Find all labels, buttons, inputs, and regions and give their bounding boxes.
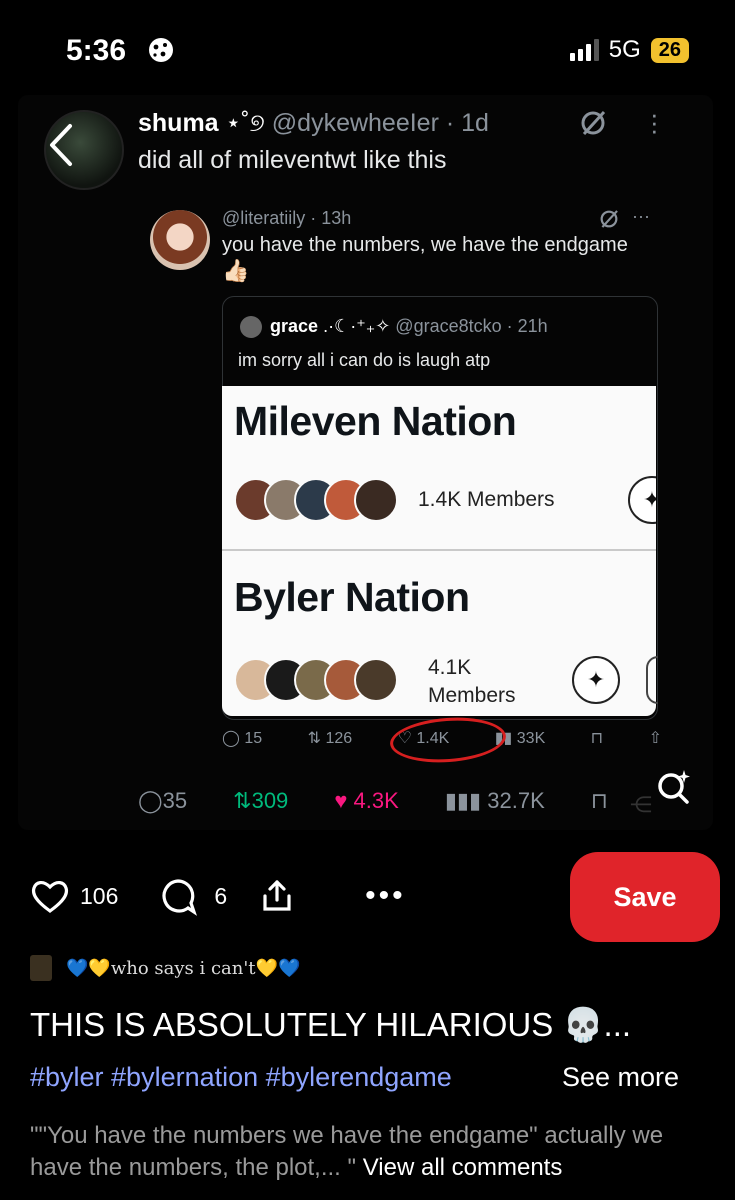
tweet-text: did all of mileventwt like this	[138, 146, 447, 174]
reply-number: 35	[162, 788, 188, 813]
view-all-comments-link[interactable]: View all comments	[363, 1154, 563, 1181]
tweet-author: shuma ⋆˚୭ @dykewheeIer · 1d	[138, 108, 489, 138]
signal-icon	[569, 39, 599, 61]
pin-author[interactable]: 💙💛who says i can't💛💙	[30, 955, 300, 981]
reply-number: 15	[244, 730, 263, 747]
views-number: 32.7K	[487, 788, 545, 813]
comment-icon[interactable]	[158, 876, 198, 916]
tweet-age: · 1d	[445, 109, 489, 137]
views-number: 33K	[516, 730, 546, 747]
like-count: 106	[80, 882, 119, 909]
handle[interactable]: @dykewheeIer	[272, 109, 439, 137]
join-button: ✦	[628, 476, 656, 524]
inner-handle: @grace8tcko · 21h	[395, 316, 548, 336]
thumbs-up-icon: 👍🏻	[222, 258, 250, 283]
tweet-action-bar: ◯35 ⇅309 ♥ 4.3K ▮▮▮ 32.7K ⊓	[138, 788, 608, 814]
member-count: 4.1K Members	[428, 654, 516, 710]
join-button	[646, 656, 658, 704]
retweet-number: 126	[325, 730, 353, 747]
author-name[interactable]: 💙💛who says i can't💛💙	[66, 958, 300, 979]
cookie-icon	[146, 36, 176, 64]
save-button[interactable]: Save	[570, 852, 720, 942]
like-number: 4.3K	[353, 788, 399, 813]
community-title: Byler Nation	[234, 574, 470, 620]
display-name[interactable]: shuma	[138, 109, 219, 137]
retweet-count[interactable]: ⇅309	[233, 788, 288, 814]
more-icon[interactable]: ···	[650, 101, 659, 143]
comment-count: 6	[214, 882, 228, 909]
divider	[222, 549, 656, 551]
name-emoji: ⋆˚୭	[225, 109, 265, 137]
sparkle-icon: ✦	[572, 656, 620, 704]
more-options-icon[interactable]: •••	[365, 879, 406, 913]
retweet-count[interactable]: ⇅ 126	[308, 728, 353, 748]
quoted-avatar[interactable]	[150, 210, 210, 270]
views-count[interactable]: ▮▮▮ 32.7K	[445, 788, 545, 814]
quoted-text: you have the numbers, we have the endgam…	[222, 234, 628, 256]
inner-author: grace .·☾·⁺₊✧ @grace8tcko · 21h	[270, 316, 548, 337]
more-icon[interactable]: ···	[632, 206, 650, 227]
status-time: 5:36	[66, 34, 127, 67]
reply-count[interactable]: ◯35	[138, 788, 187, 814]
back-arrow-icon[interactable]	[42, 118, 78, 172]
member-avatars	[234, 658, 398, 702]
share-icon[interactable]	[257, 876, 297, 916]
member-avatars	[234, 478, 398, 522]
bookmark-icon[interactable]: ⊓	[591, 788, 608, 814]
quoted-handle: @literatiily · 13h	[222, 208, 352, 228]
inner-display-name: grace	[270, 316, 319, 336]
visual-search-icon[interactable]	[654, 766, 694, 806]
author-avatar[interactable]	[30, 955, 52, 981]
share-icon[interactable]: ⇧	[649, 728, 662, 748]
inner-name-decor: .·☾·⁺₊✧	[323, 316, 391, 336]
inner-text: im sorry all i can do is laugh atp	[238, 350, 491, 370]
share-icon: ⋲	[630, 792, 652, 817]
reply-count[interactable]: ◯ 15	[222, 728, 262, 748]
retweet-number: 309	[251, 788, 289, 813]
network-label: 5G	[608, 36, 641, 63]
heart-icon[interactable]	[30, 878, 70, 914]
pin-title: THIS IS ABSOLUTELY HILARIOUS 💀...	[30, 1006, 632, 1043]
status-indicators: 5G 26	[569, 36, 689, 64]
community-title: Mileven Nation	[234, 398, 517, 444]
grok-icon[interactable]	[578, 108, 608, 138]
pin-action-bar: 106 6 •••	[30, 876, 406, 916]
battery-icon: 26	[650, 37, 689, 63]
inner-avatar	[240, 316, 262, 338]
member-count: 1.4K Members	[418, 488, 555, 511]
bookmark-icon[interactable]: ⊓	[591, 728, 603, 748]
comment-preview: ""You have the numbers we have the endga…	[30, 1120, 720, 1184]
hashtags[interactable]: #byler #bylernation #bylerendgame	[30, 1062, 540, 1093]
member-count-number: 4.1K	[428, 656, 472, 679]
grok-icon[interactable]	[598, 208, 620, 230]
see-more-button[interactable]: See more	[562, 1062, 679, 1093]
comment-text: ""You have the numbers we have the endga…	[30, 1122, 664, 1181]
member-count-label: Members	[428, 684, 516, 707]
like-count[interactable]: ♥ 4.3K	[334, 788, 398, 814]
